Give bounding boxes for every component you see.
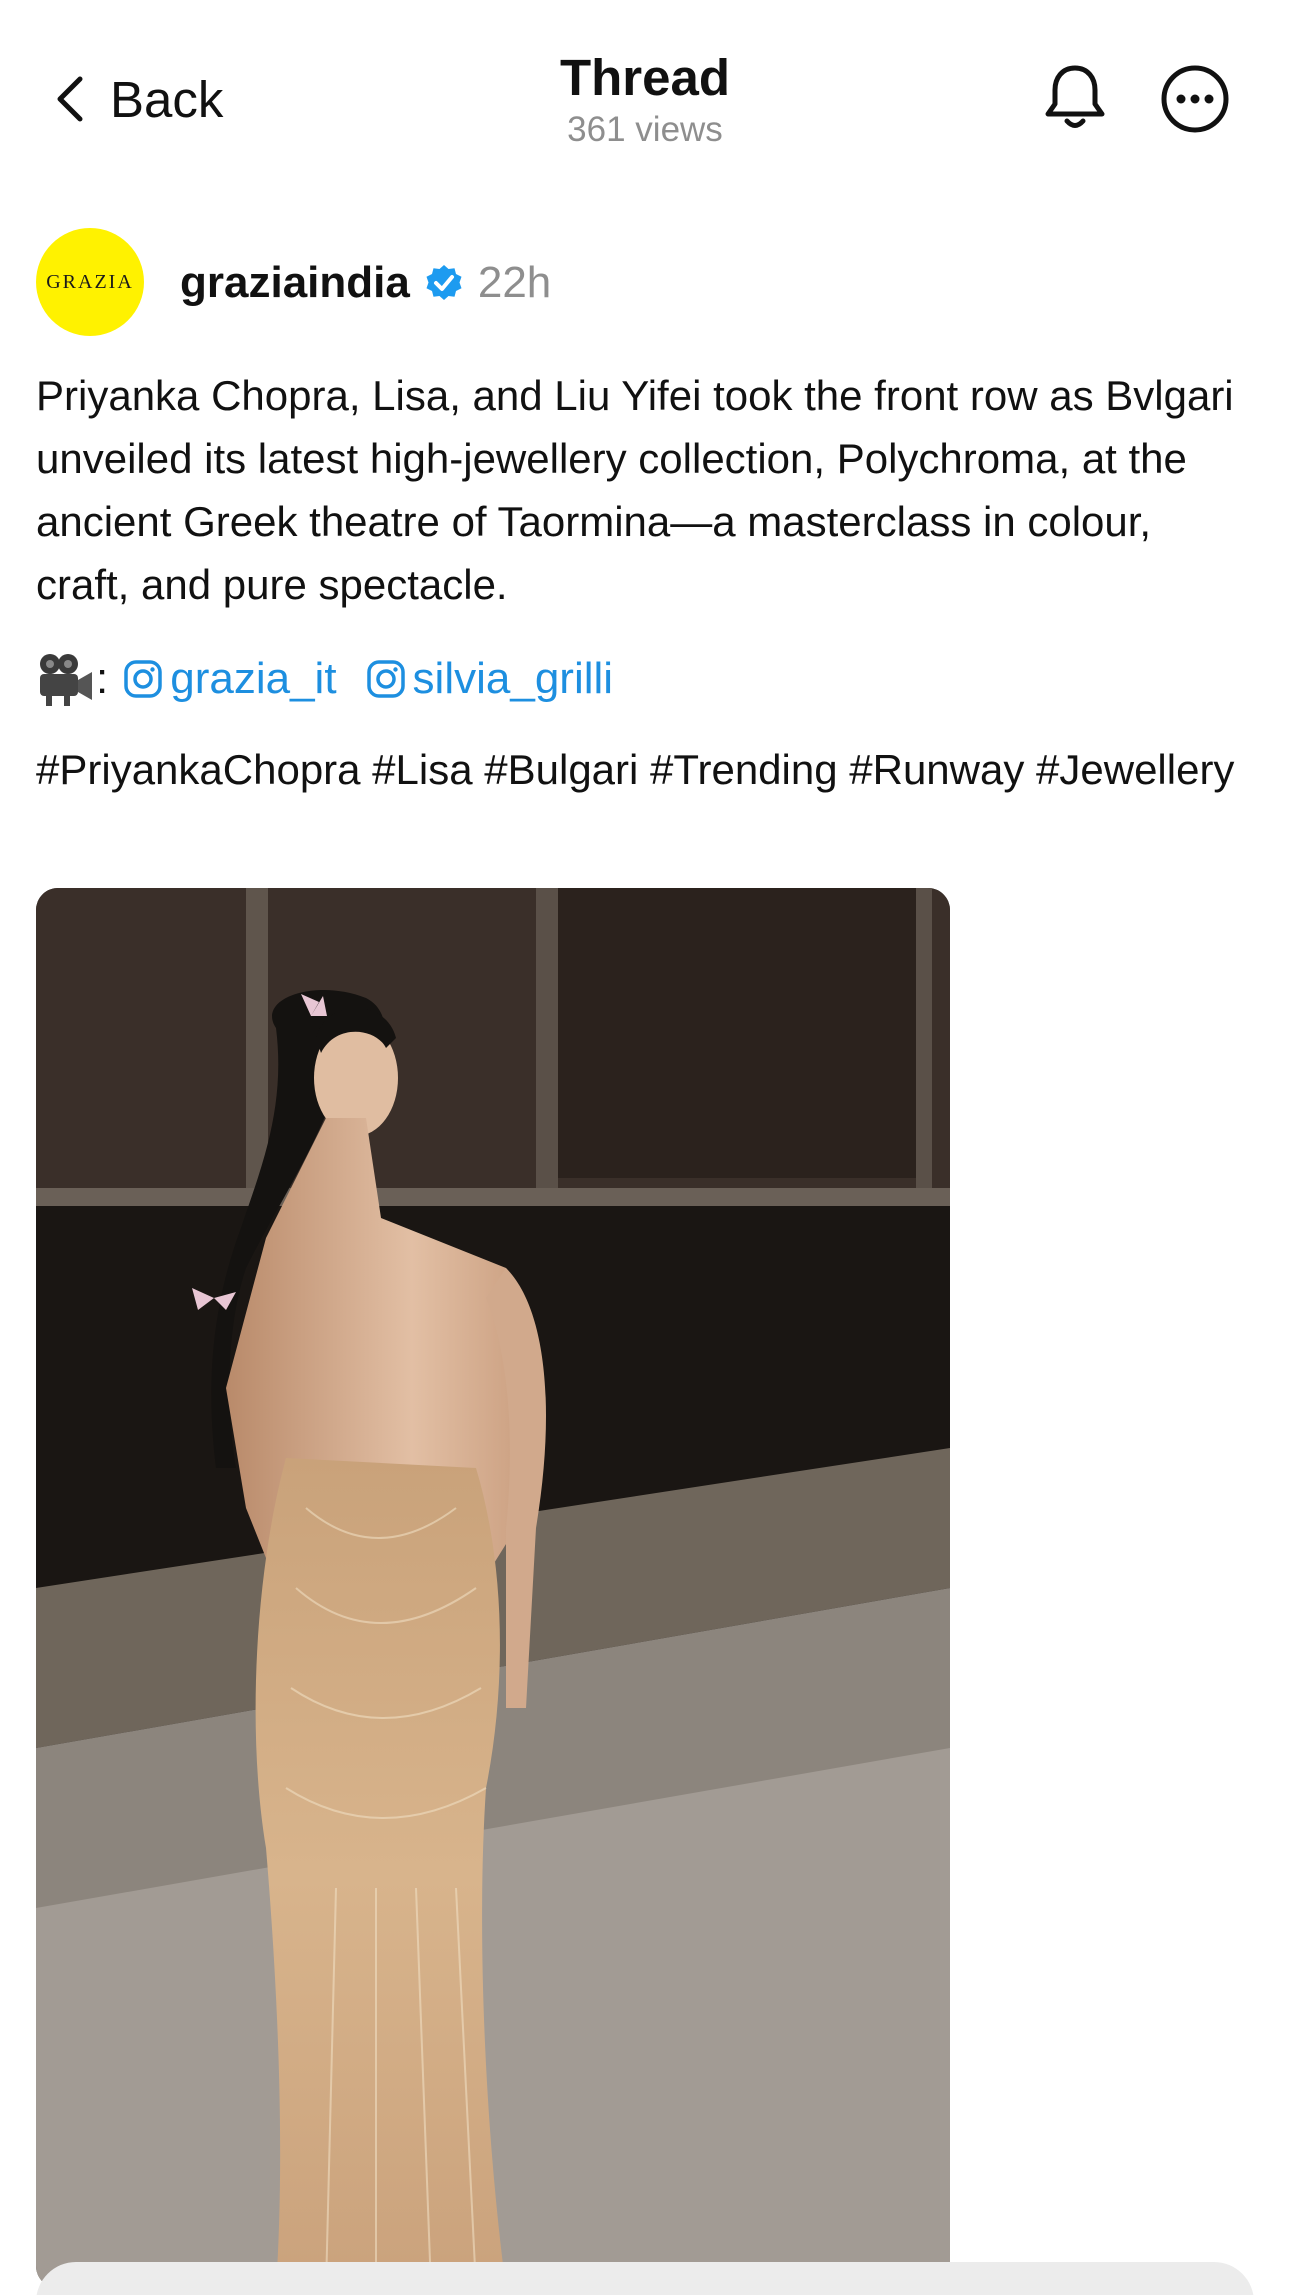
verified-badge-icon [426, 265, 462, 300]
post-video[interactable] [36, 888, 950, 2288]
movie-camera-icon [40, 654, 92, 706]
credits-row: : grazia_it silvia_grilli [36, 646, 641, 712]
mention-label: grazia_it [170, 654, 337, 703]
credits-colon: : [96, 654, 109, 703]
thread-page: Back Thread 361 views GRAZIA graziaindia… [0, 0, 1290, 2295]
video-frame-image [36, 888, 950, 2288]
header-bar: Back Thread 361 views [0, 0, 1290, 170]
mention-link[interactable]: silvia_grilli [365, 654, 614, 704]
bell-icon[interactable] [1040, 62, 1110, 134]
username[interactable]: graziaindia [180, 258, 410, 308]
avatar[interactable]: GRAZIA [36, 228, 144, 336]
post-text: Priyanka Chopra, Lisa, and Liu Yifei too… [36, 372, 1234, 608]
author-row: graziaindia 22h [180, 250, 551, 316]
mention-label: silvia_grilli [412, 654, 614, 703]
avatar-logo-text: GRAZIA [46, 270, 134, 293]
mention-link[interactable]: grazia_it [122, 654, 337, 704]
bottom-sheet[interactable] [36, 2262, 1254, 2295]
instagram-icon [124, 660, 162, 698]
hashtags: #PriyankaChopra #Lisa #Bulgari #Trending… [36, 746, 1235, 793]
instagram-icon [366, 660, 405, 698]
more-icon[interactable] [1160, 64, 1230, 134]
post-time: 22h [477, 258, 552, 307]
